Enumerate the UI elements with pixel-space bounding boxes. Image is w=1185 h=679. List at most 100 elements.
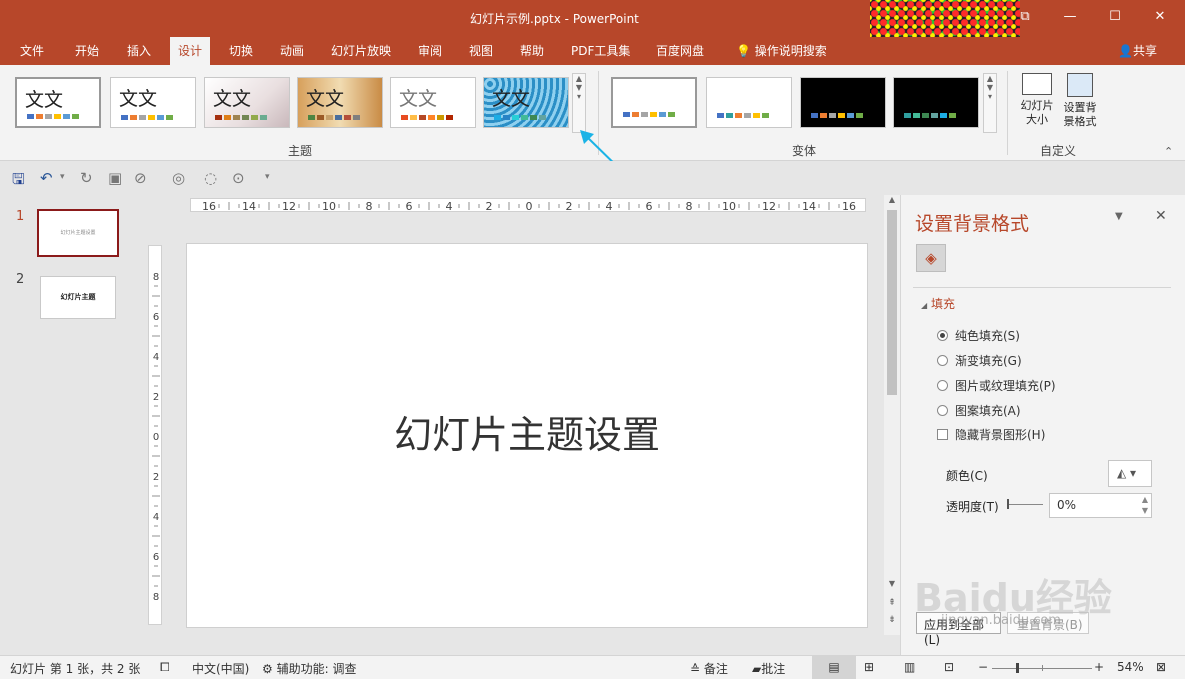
gradient-fill-option[interactable]: 渐变填充(G) — [937, 352, 1022, 369]
ruler-label: 12 — [282, 200, 296, 213]
tab-animations[interactable]: 动画 — [272, 37, 312, 65]
ruler-label: 2 — [153, 392, 159, 403]
theme-facet[interactable]: 文文 — [204, 77, 290, 128]
hide-background-checkbox[interactable]: 隐藏背景图形(H) — [937, 426, 1045, 443]
variant-4[interactable] — [893, 77, 979, 128]
slide-size-button[interactable]: 幻灯片大小 — [1015, 71, 1059, 141]
fit-to-window-icon[interactable]: ⊠ — [1156, 660, 1166, 674]
watermark-url: jingyan.baidu.com — [941, 613, 1061, 628]
comments-button[interactable]: ▰批注 — [752, 660, 785, 677]
save-icon[interactable]: 🖫 — [12, 169, 25, 194]
ruler-label: 10 — [322, 200, 336, 213]
tab-baidu-netdisk[interactable]: 百度网盘 — [648, 37, 712, 65]
customize-group-label: 自定义 — [1040, 144, 1077, 158]
variant-3[interactable] — [800, 77, 886, 128]
pattern-fill-option[interactable]: 图案填充(A) — [937, 402, 1021, 419]
notes-button[interactable]: ≙ 备注 — [690, 660, 728, 677]
next-slide-icon[interactable]: ⇟ — [884, 615, 900, 629]
theme-wood[interactable]: 文文 — [297, 77, 383, 128]
variant-2[interactable] — [706, 77, 792, 128]
theme-pattern[interactable]: 文文 — [483, 77, 569, 128]
pane-close-icon[interactable]: ✕ — [1155, 208, 1167, 224]
maximize-button[interactable]: ☐ — [1100, 6, 1130, 28]
reading-view-icon[interactable]: ▥ — [904, 660, 915, 674]
ruler-label: 8 — [686, 200, 693, 213]
slide-canvas[interactable]: 幻灯片主题设置 — [186, 243, 868, 628]
accessibility-status[interactable]: ⚙ 辅助功能: 调查 — [262, 660, 356, 677]
collapse-ribbon-icon[interactable]: ⌃ — [1164, 145, 1173, 158]
theme-office-2[interactable]: 文文 — [110, 77, 196, 128]
tab-pdf-tools[interactable]: PDF工具集 — [563, 37, 638, 65]
shapes-icon[interactable]: ⊘ — [134, 169, 147, 187]
tab-help[interactable]: 帮助 — [512, 37, 552, 65]
theme-ion[interactable]: 文文 — [390, 77, 476, 128]
group-icon[interactable]: ◎ — [172, 169, 185, 187]
tab-review[interactable]: 审阅 — [410, 37, 450, 65]
prev-slide-icon[interactable]: ⇞ — [884, 598, 900, 612]
spelling-icon[interactable]: ⧠ — [160, 660, 170, 675]
themes-group-label: 主题 — [288, 144, 313, 158]
zoom-out-icon[interactable]: − — [978, 660, 988, 674]
zoom-level[interactable]: 54% — [1117, 660, 1144, 674]
editor-scrollbar[interactable]: ▲ ▼ ⇞ ⇟ — [884, 195, 900, 635]
quick-access-toolbar: 🖫 ↶ ▾ ↻ ▣ ⊘ ◎ ◌ ⊙ ▾ — [0, 161, 1185, 195]
redo-icon[interactable]: ↻ — [80, 169, 93, 187]
ruler-label: 8 — [366, 200, 373, 213]
window-title: 幻灯片示例.pptx - PowerPoint — [470, 12, 639, 26]
tab-view[interactable]: 视图 — [461, 37, 501, 65]
solid-fill-option[interactable]: 纯色填充(S) — [937, 327, 1020, 344]
link-icon[interactable]: ⊙ — [232, 169, 245, 187]
fill-icon[interactable]: ◈ — [916, 244, 946, 272]
theme-office[interactable]: 文文 — [15, 77, 101, 128]
slide-thumbnail-pane: 1 幻灯片主题设置 2 幻灯片主题 — [0, 195, 140, 655]
slide-sorter-icon[interactable]: ⊞ — [864, 660, 874, 674]
select-icon[interactable]: ◌ — [204, 169, 217, 187]
color-picker-button[interactable]: ◭ ▾ — [1108, 460, 1152, 487]
customize-qat-icon[interactable]: ▾ — [265, 172, 270, 182]
undo-icon[interactable]: ↶ — [40, 169, 53, 187]
minimize-button[interactable]: — — [1055, 6, 1085, 28]
variants-scroll[interactable]: ▲ ▼ ▾ — [983, 73, 997, 133]
ruler-label: 16 — [202, 200, 216, 213]
slide-title[interactable]: 幻灯片主题设置 — [187, 404, 867, 459]
tab-design[interactable]: 设计 — [170, 37, 211, 65]
undo-dropdown-icon[interactable]: ▾ — [60, 172, 65, 182]
tab-insert[interactable]: 插入 — [119, 37, 159, 65]
ruler-label: 16 — [842, 200, 856, 213]
tab-slideshow[interactable]: 幻灯片放映 — [323, 37, 399, 65]
transparency-slider[interactable] — [1007, 499, 1043, 509]
pane-options-icon[interactable]: ▼ — [1115, 211, 1123, 222]
ruler-label: 0 — [526, 200, 533, 213]
vertical-ruler-scale: 8 6 4 2 0 2 4 6 8 — [152, 272, 160, 603]
normal-view-icon[interactable]: ▤ — [812, 656, 856, 679]
paint-bucket-icon: ◭ — [1117, 466, 1127, 480]
notes-icon: ≙ — [690, 662, 701, 676]
zoom-in-icon[interactable]: + — [1094, 660, 1104, 674]
ruler-label: 6 — [153, 552, 159, 563]
share-button[interactable]: 👤共享 — [1110, 37, 1165, 65]
slideshow-view-icon[interactable]: ⊡ — [944, 660, 954, 674]
ribbon-display-icon[interactable]: ⧉ — [1010, 6, 1040, 28]
slide-thumbnail-1[interactable]: 幻灯片主题设置 — [37, 209, 119, 257]
tab-home[interactable]: 开始 — [67, 37, 107, 65]
tab-transitions[interactable]: 切换 — [221, 37, 261, 65]
slide-thumbnail-2[interactable]: 幻灯片主题 — [40, 276, 116, 319]
lightbulb-icon: 💡 — [736, 44, 751, 58]
transparency-input[interactable]: 0% ▲ ▼ — [1049, 493, 1152, 518]
ruler-label: 0 — [153, 432, 159, 443]
ruler-label: 6 — [646, 200, 653, 213]
fill-section-header[interactable]: ◢ 填充 — [921, 295, 955, 312]
picture-fill-option[interactable]: 图片或纹理填充(P) — [937, 377, 1056, 394]
accessibility-icon: ⚙ — [262, 662, 273, 676]
tell-me-search[interactable]: 💡 操作说明搜索 — [728, 37, 835, 65]
tab-file[interactable]: 文件 — [12, 37, 52, 65]
format-background-button[interactable]: 设置背景格式 — [1058, 71, 1102, 141]
language-status[interactable]: 中文(中国) — [192, 660, 249, 677]
thumb-number: 1 — [16, 209, 25, 224]
ruler-label: 8 — [153, 272, 159, 283]
zoom-slider[interactable] — [992, 663, 1092, 673]
transparency-label: 透明度(T) — [946, 500, 999, 514]
format-background-pane: 设置背景格式 ▼ ✕ ◈ ◢ 填充 纯色填充(S) 渐变填充(G) 图片或纹理填… — [900, 195, 1185, 655]
present-icon[interactable]: ▣ — [108, 169, 122, 187]
close-button[interactable]: ✕ — [1145, 6, 1175, 28]
